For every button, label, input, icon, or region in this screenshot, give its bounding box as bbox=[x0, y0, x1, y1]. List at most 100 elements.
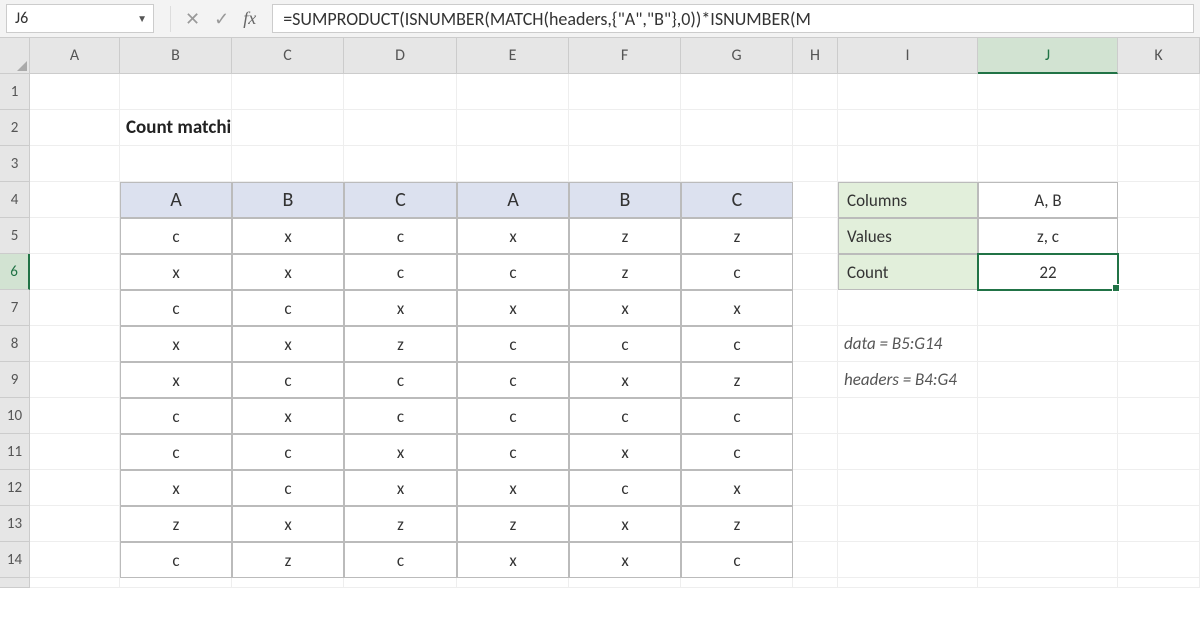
cell[interactable] bbox=[793, 74, 838, 110]
table-cell[interactable]: c bbox=[232, 470, 344, 506]
table-cell[interactable]: x bbox=[569, 362, 681, 398]
cell[interactable] bbox=[1118, 254, 1200, 290]
cell[interactable] bbox=[232, 146, 344, 182]
table-cell[interactable]: x bbox=[344, 470, 457, 506]
table-cell[interactable]: x bbox=[569, 542, 681, 578]
cell[interactable] bbox=[838, 434, 978, 470]
side-values-value[interactable]: z, c bbox=[978, 218, 1118, 254]
cell[interactable] bbox=[681, 74, 793, 110]
cell[interactable] bbox=[457, 74, 569, 110]
table-cell[interactable]: c bbox=[120, 542, 232, 578]
cell[interactable] bbox=[1118, 470, 1200, 506]
cell[interactable] bbox=[30, 578, 120, 588]
cell[interactable] bbox=[978, 398, 1118, 434]
cell[interactable] bbox=[838, 398, 978, 434]
cell[interactable] bbox=[838, 506, 978, 542]
enter-icon[interactable]: ✓ bbox=[214, 8, 229, 30]
table-cell[interactable]: c bbox=[344, 398, 457, 434]
cell[interactable] bbox=[838, 110, 978, 146]
row-header-15[interactable] bbox=[0, 578, 30, 588]
cell[interactable] bbox=[838, 74, 978, 110]
cell[interactable] bbox=[793, 470, 838, 506]
cell[interactable] bbox=[30, 218, 120, 254]
cell[interactable] bbox=[232, 110, 344, 146]
table-cell[interactable]: x bbox=[344, 434, 457, 470]
cell[interactable] bbox=[344, 110, 457, 146]
table-cell[interactable]: z bbox=[681, 362, 793, 398]
cell[interactable] bbox=[838, 470, 978, 506]
cell[interactable] bbox=[978, 470, 1118, 506]
row-header-2[interactable]: 2 bbox=[0, 110, 30, 146]
cell[interactable] bbox=[30, 542, 120, 578]
table-cell[interactable]: z bbox=[120, 506, 232, 542]
table-cell[interactable]: c bbox=[120, 398, 232, 434]
cell[interactable] bbox=[978, 146, 1118, 182]
table-cell[interactable]: c bbox=[681, 542, 793, 578]
note-data[interactable]: data = B5:G14 bbox=[838, 326, 978, 362]
table-cell[interactable]: x bbox=[120, 254, 232, 290]
table-cell[interactable]: x bbox=[681, 470, 793, 506]
table-header[interactable]: C bbox=[344, 182, 457, 218]
chevron-down-icon[interactable]: ▼ bbox=[137, 12, 147, 25]
formula-input[interactable]: =SUMPRODUCT(ISNUMBER(MATCH(headers,{"A",… bbox=[272, 4, 1194, 33]
cancel-icon[interactable]: ✕ bbox=[185, 8, 200, 30]
cell[interactable] bbox=[457, 146, 569, 182]
table-cell[interactable]: x bbox=[232, 326, 344, 362]
table-cell[interactable]: c bbox=[681, 398, 793, 434]
note-headers[interactable]: headers = B4:G4 bbox=[838, 362, 978, 398]
table-cell[interactable]: x bbox=[344, 290, 457, 326]
table-cell[interactable]: z bbox=[457, 506, 569, 542]
cell[interactable] bbox=[793, 182, 838, 218]
cell[interactable] bbox=[30, 110, 120, 146]
cell[interactable] bbox=[793, 542, 838, 578]
cell[interactable] bbox=[232, 74, 344, 110]
cell[interactable] bbox=[569, 74, 681, 110]
row-header-1[interactable]: 1 bbox=[0, 74, 30, 110]
row-header-13[interactable]: 13 bbox=[0, 506, 30, 542]
cell[interactable] bbox=[1118, 434, 1200, 470]
cell[interactable] bbox=[978, 578, 1118, 588]
row-header-14[interactable]: 14 bbox=[0, 542, 30, 578]
table-cell[interactable]: x bbox=[569, 434, 681, 470]
cell[interactable] bbox=[978, 362, 1118, 398]
col-header-I[interactable]: I bbox=[838, 38, 978, 74]
col-header-B[interactable]: B bbox=[120, 38, 232, 74]
cell[interactable] bbox=[1118, 542, 1200, 578]
col-header-J[interactable]: J bbox=[978, 38, 1118, 74]
table-cell[interactable]: x bbox=[120, 326, 232, 362]
table-cell[interactable]: x bbox=[232, 506, 344, 542]
table-cell[interactable]: z bbox=[681, 218, 793, 254]
table-cell[interactable]: x bbox=[681, 290, 793, 326]
row-header-10[interactable]: 10 bbox=[0, 398, 30, 434]
side-count-value[interactable]: 22 bbox=[978, 254, 1118, 290]
table-cell[interactable]: x bbox=[232, 254, 344, 290]
table-cell[interactable]: x bbox=[120, 362, 232, 398]
cell[interactable] bbox=[30, 506, 120, 542]
table-cell[interactable]: c bbox=[232, 290, 344, 326]
cell[interactable] bbox=[681, 110, 793, 146]
table-cell[interactable]: z bbox=[344, 506, 457, 542]
cell[interactable] bbox=[344, 74, 457, 110]
table-cell[interactable]: c bbox=[569, 326, 681, 362]
table-cell[interactable]: c bbox=[457, 326, 569, 362]
cell[interactable] bbox=[793, 146, 838, 182]
cell[interactable] bbox=[30, 398, 120, 434]
table-header[interactable]: C bbox=[681, 182, 793, 218]
col-header-F[interactable]: F bbox=[569, 38, 681, 74]
cell[interactable] bbox=[120, 74, 232, 110]
cell[interactable] bbox=[30, 362, 120, 398]
cell[interactable] bbox=[232, 578, 344, 588]
cell[interactable] bbox=[1118, 182, 1200, 218]
table-cell[interactable]: c bbox=[232, 434, 344, 470]
table-header[interactable]: A bbox=[120, 182, 232, 218]
cell[interactable] bbox=[978, 326, 1118, 362]
col-header-K[interactable]: K bbox=[1118, 38, 1200, 74]
cell[interactable] bbox=[1118, 326, 1200, 362]
table-cell[interactable]: c bbox=[681, 434, 793, 470]
table-cell[interactable]: c bbox=[569, 398, 681, 434]
table-cell[interactable]: z bbox=[569, 254, 681, 290]
table-header[interactable]: B bbox=[232, 182, 344, 218]
col-header-A[interactable]: A bbox=[30, 38, 120, 74]
cell[interactable] bbox=[793, 110, 838, 146]
cell[interactable] bbox=[978, 542, 1118, 578]
